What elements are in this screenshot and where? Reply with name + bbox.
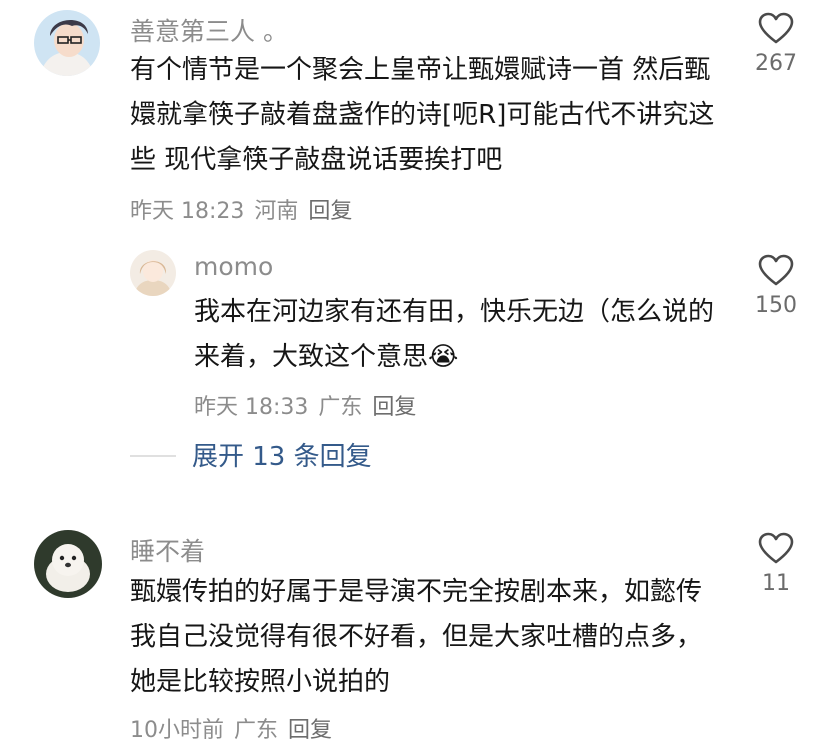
- comment-time: 昨天 18:23: [130, 199, 245, 224]
- reply-button[interactable]: 回复: [308, 199, 352, 224]
- like-button[interactable]: 267: [744, 12, 808, 76]
- heart-outline-icon: [758, 532, 794, 564]
- comment-item: 睡不着 甄嬛传拍的好属于是导演不完全按剧本来，如懿传我自己没觉得有很不好看，但是…: [0, 520, 828, 748]
- comment-text: 有个情节是一个聚会上皇帝让甄嬛赋诗一首 然后甄嬛就拿筷子敲着盘盏作的诗[呃R]可…: [130, 55, 715, 175]
- avatar[interactable]: [34, 10, 100, 76]
- reply-button[interactable]: 回复: [372, 395, 416, 420]
- avatar[interactable]: [34, 530, 102, 598]
- comment-meta: 昨天 18:23 河南 回复: [130, 193, 362, 225]
- like-count: 11: [762, 571, 790, 596]
- comment-meta: 10小时前 广东 回复: [130, 712, 342, 744]
- reply-button[interactable]: 回复: [288, 718, 332, 743]
- expand-divider: [130, 455, 176, 457]
- reply-username[interactable]: momo: [194, 252, 273, 281]
- comment-text: 甄嬛传拍的好属于是导演不完全按剧本来，如懿传我自己没觉得有很不好看，但是大家吐槽…: [130, 577, 703, 697]
- reply-meta: 昨天 18:33 广东 回复: [194, 389, 426, 421]
- reply-time: 昨天 18:33: [194, 395, 309, 420]
- comment-location: 河南: [254, 199, 299, 224]
- expand-replies-label[interactable]: 展开 13 条回复: [192, 436, 372, 473]
- reply-item: momo 我本在河边家有还有田，快乐无边（怎么说的来着，大致这个意思😭 昨天 1…: [0, 240, 828, 420]
- comment-username[interactable]: 睡不着: [130, 532, 205, 568]
- crying-emoji-icon: 😭: [428, 342, 459, 372]
- comment-username[interactable]: 善意第三人 。: [130, 12, 288, 48]
- like-button[interactable]: 150: [744, 254, 808, 318]
- user-avatar-illustration: [34, 530, 102, 598]
- heart-outline-icon: [758, 12, 794, 44]
- user-avatar-illustration: [34, 10, 100, 76]
- avatar[interactable]: [130, 250, 176, 296]
- heart-outline-icon: [758, 254, 794, 286]
- like-count: 267: [755, 51, 797, 76]
- like-count: 150: [755, 293, 797, 318]
- comment-time: 10小时前: [130, 718, 224, 743]
- reply-text: 我本在河边家有还有田，快乐无边（怎么说的来着，大致这个意思😭: [194, 290, 724, 380]
- comment-location: 广东: [234, 718, 279, 743]
- user-avatar-illustration: [130, 250, 176, 296]
- like-button[interactable]: 11: [744, 532, 808, 596]
- reply-location: 广东: [318, 395, 363, 420]
- comment-item: 善意第三人 。 有个情节是一个聚会上皇帝让甄嬛赋诗一首 然后甄嬛就拿筷子敲着盘盏…: [0, 0, 828, 230]
